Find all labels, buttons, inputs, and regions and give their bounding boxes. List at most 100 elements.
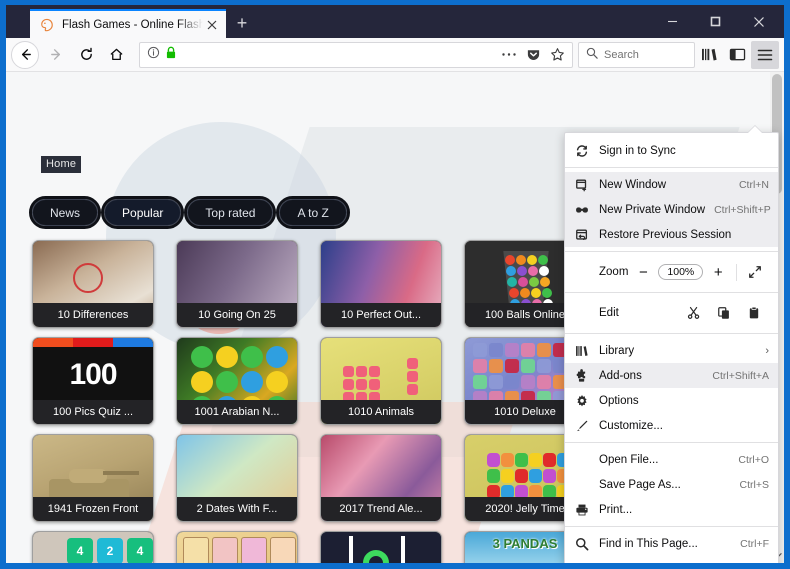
menu-item-open-file[interactable]: Open File... Ctrl+O: [565, 447, 778, 472]
ring-shape: [363, 550, 389, 563]
menu-separator: [565, 333, 778, 334]
game-card[interactable]: 2048 Grow Up: [176, 531, 298, 563]
game-card[interactable]: 1010 Animals: [320, 337, 442, 425]
brush-icon: [574, 418, 590, 434]
game-title: 10 Perfect Out...: [321, 303, 441, 327]
menu-item-restore-session[interactable]: Restore Previous Session: [565, 222, 778, 247]
menu-item-options[interactable]: Options: [565, 388, 778, 413]
sidebar-icon[interactable]: [723, 41, 751, 69]
printer-icon: [574, 502, 590, 518]
menu-item-add-ons[interactable]: Add-ons Ctrl+Shift+A: [565, 363, 778, 388]
restore-icon: [574, 227, 590, 243]
new-window-icon: [574, 177, 590, 193]
home-icon[interactable]: [101, 41, 131, 69]
zoom-controls: − 100% +: [628, 260, 770, 284]
identity-box[interactable]: [147, 46, 177, 64]
game-card[interactable]: 2017 Trend Ale...: [320, 434, 442, 522]
clipboard-icon[interactable]: [739, 301, 769, 325]
game-card[interactable]: 10 Perfect Out...: [320, 240, 442, 328]
address-bar[interactable]: [139, 41, 573, 68]
nav-tab-popular[interactable]: Popular: [101, 196, 185, 229]
game-card[interactable]: 100 100 Pics Quiz ...: [32, 337, 154, 425]
copy-icon[interactable]: [709, 301, 739, 325]
game-card[interactable]: 1001 Arabian N...: [176, 337, 298, 425]
menu-item-sign-in-sync[interactable]: Sign in to Sync: [565, 138, 778, 163]
menu-separator: [565, 167, 778, 168]
menu-item-label: New Window: [599, 178, 667, 191]
game-card[interactable]: 22 Seconds Online: [320, 531, 442, 563]
browser-tab[interactable]: Flash Games - Online Flash Games: [30, 9, 226, 38]
game-card[interactable]: 4242816 2048 G8: [32, 531, 154, 563]
nav-tab-top-rated[interactable]: Top rated: [184, 196, 277, 229]
menu-item-label: Library: [599, 344, 635, 357]
search-input[interactable]: Search: [578, 41, 695, 68]
close-icon[interactable]: [203, 16, 220, 33]
palette-icon: [39, 17, 55, 33]
scissors-icon[interactable]: [679, 301, 709, 325]
zoom-level-value[interactable]: 100%: [658, 264, 704, 280]
menu-item-library[interactable]: Library ›: [565, 338, 778, 363]
no-icon: [574, 561, 590, 564]
nav-tab-news[interactable]: News: [28, 196, 102, 229]
info-icon: [147, 46, 160, 64]
puzzle-icon: [574, 368, 590, 384]
web-page-content: Home News Popular Top rated A to Z 10 Di…: [6, 72, 784, 563]
mask-icon: [574, 202, 590, 218]
library-icon[interactable]: [695, 41, 723, 69]
forward-arrow-icon[interactable]: [41, 41, 71, 69]
menu-item-shortcut: Ctrl+Shift+P: [714, 203, 771, 216]
nav-tab-a-to-z[interactable]: A to Z: [276, 196, 350, 229]
zoom-out-button[interactable]: −: [628, 260, 658, 284]
game-card[interactable]: 10 Differences: [32, 240, 154, 328]
menu-item-shortcut: Ctrl+Shift+A: [712, 369, 769, 382]
menu-item-new-window[interactable]: New Window Ctrl+N: [565, 172, 778, 197]
menu-item-shortcut: Ctrl+S: [739, 478, 769, 491]
ellipsis-icon[interactable]: [498, 44, 520, 66]
game-card[interactable]: 1941 Frozen Front: [32, 434, 154, 522]
menu-separator: [565, 251, 778, 252]
game-card[interactable]: 10 Going On 25: [176, 240, 298, 328]
menu-item-label: Restore Previous Session: [599, 228, 732, 241]
edit-label: Edit: [599, 307, 619, 319]
search-icon: [574, 536, 590, 552]
gear-icon: [574, 393, 590, 409]
padlock-icon: [165, 46, 177, 64]
no-icon: [574, 452, 590, 468]
tab-title: Flash Games - Online Flash Games: [62, 18, 203, 31]
menu-item-new-private[interactable]: New Private Window Ctrl+Shift+P: [565, 197, 778, 222]
star-icon[interactable]: [546, 44, 568, 66]
divider: [736, 263, 738, 281]
new-tab-button[interactable]: +: [226, 9, 258, 38]
menu-item-label: Find in This Page...: [599, 537, 698, 550]
game-title: 2017 Trend Ale...: [321, 497, 441, 521]
zoom-in-button[interactable]: +: [703, 260, 733, 284]
url-actions: [498, 44, 568, 66]
sync-icon: [574, 143, 590, 159]
breadcrumb[interactable]: Home: [41, 156, 82, 173]
menu-item-label: Options: [599, 394, 639, 407]
color-bar: [33, 338, 153, 347]
chevron-right-icon: ›: [765, 344, 769, 357]
pocket-icon[interactable]: [522, 44, 544, 66]
menu-item-print[interactable]: Print...: [565, 497, 778, 522]
tab-strip: Flash Games - Online Flash Games +: [6, 5, 784, 38]
game-thumbnail: [177, 532, 297, 563]
hamburger-icon[interactable]: [751, 40, 779, 69]
search-placeholder: Search: [604, 48, 639, 61]
cards-group: [177, 532, 297, 563]
close-button[interactable]: [737, 5, 780, 38]
menu-zoom-row: Zoom − 100% +: [565, 256, 778, 288]
fullscreen-icon[interactable]: [740, 260, 770, 284]
menu-edit-row: Edit: [565, 297, 778, 329]
minimize-button[interactable]: [651, 5, 694, 38]
menu-item-more[interactable]: More ›: [565, 556, 778, 564]
search-icon: [586, 46, 598, 64]
game-card[interactable]: 2 Dates With F...: [176, 434, 298, 522]
menu-item-customize[interactable]: Customize...: [565, 413, 778, 438]
menu-item-find-in-page[interactable]: Find in This Page... Ctrl+F: [565, 531, 778, 556]
tile-numbers: 4242816: [33, 532, 153, 563]
back-arrow-icon[interactable]: [11, 40, 39, 69]
menu-item-save-page-as[interactable]: Save Page As... Ctrl+S: [565, 472, 778, 497]
maximize-button[interactable]: [694, 5, 737, 38]
reload-icon[interactable]: [71, 41, 101, 69]
